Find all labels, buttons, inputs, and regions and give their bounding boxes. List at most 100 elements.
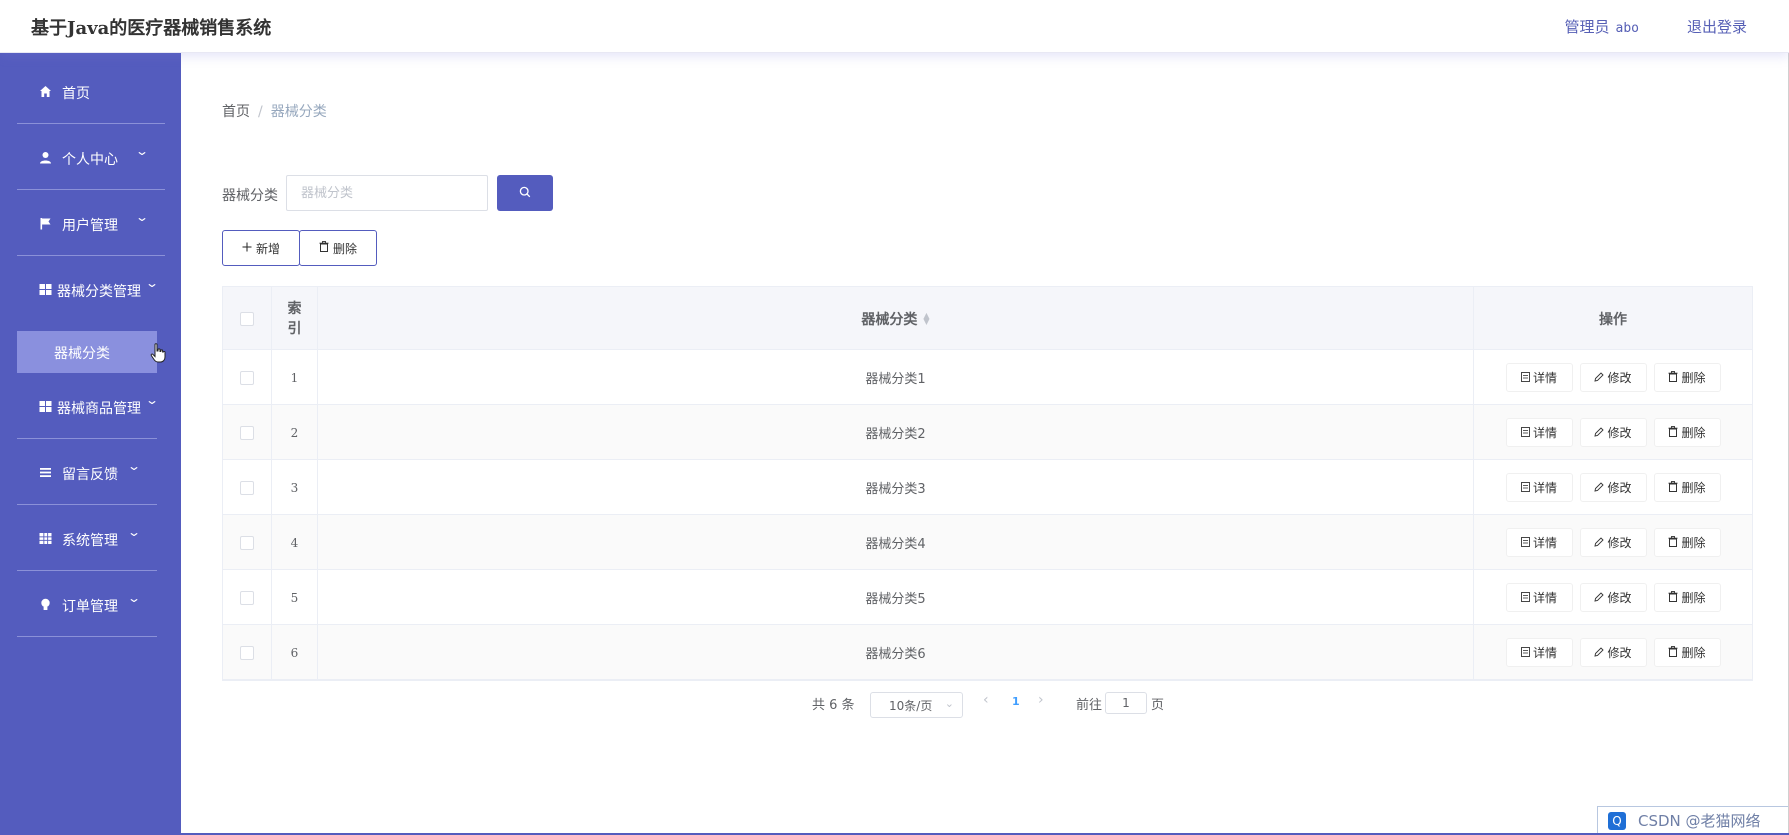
row-index: 3 bbox=[271, 460, 317, 515]
delete-button[interactable]: 删除 bbox=[1653, 638, 1721, 667]
sidebar-item-user-management[interactable]: 用户管理 ⌄ bbox=[17, 190, 165, 256]
chevron-down-icon: ⌄ bbox=[134, 144, 150, 158]
edit-button[interactable]: 修改 bbox=[1579, 583, 1647, 612]
sidebar-item-order-management[interactable]: 订单管理 ⌄ bbox=[17, 571, 157, 637]
page-size-select[interactable]: 10条/页 ⌄ bbox=[870, 692, 963, 718]
logout-link[interactable]: 退出登录 bbox=[1687, 16, 1747, 37]
sidebar-item-home[interactable]: 首页 bbox=[17, 58, 165, 124]
trash-icon bbox=[1668, 590, 1678, 605]
flag-icon bbox=[39, 217, 52, 230]
delete-button[interactable]: 删除 bbox=[1653, 528, 1721, 557]
chevron-down-icon: ⌄ bbox=[126, 525, 142, 539]
pencil-icon bbox=[1594, 646, 1605, 660]
sidebar-item-system-management[interactable]: 系统管理 ⌄ bbox=[17, 505, 157, 571]
select-all-checkbox[interactable] bbox=[240, 311, 254, 326]
row-checkbox[interactable] bbox=[240, 590, 254, 605]
edit-button[interactable]: 修改 bbox=[1579, 638, 1647, 667]
sidebar-item-category-management[interactable]: 器械分类管理 ⌄ bbox=[17, 256, 165, 322]
pencil-icon bbox=[1594, 591, 1605, 605]
delete-label: 删除 bbox=[1681, 591, 1706, 605]
delete-label: 删除 bbox=[1681, 646, 1706, 660]
batch-delete-button[interactable]: 删除 bbox=[299, 230, 377, 266]
pencil-icon bbox=[1594, 371, 1605, 385]
table-row: 5 器械分类5 详情 修改 删除 bbox=[223, 570, 1752, 625]
edit-button[interactable]: 修改 bbox=[1579, 363, 1647, 392]
header-category-label: 器械分类 bbox=[861, 311, 918, 328]
delete-button[interactable]: 删除 bbox=[1653, 583, 1721, 612]
breadcrumb-current: 器械分类 bbox=[270, 104, 327, 120]
admin-info: 管理员 abo bbox=[1565, 16, 1640, 37]
plus-icon bbox=[242, 241, 252, 255]
pencil-icon bbox=[1594, 536, 1605, 550]
detail-button[interactable]: 详情 bbox=[1505, 418, 1573, 447]
detail-button[interactable]: 详情 bbox=[1505, 473, 1573, 502]
search-button[interactable] bbox=[497, 175, 553, 211]
sidebar-item-product-management[interactable]: 器械商品管理 ⌄ bbox=[17, 373, 159, 439]
edit-button[interactable]: 修改 bbox=[1579, 473, 1647, 502]
row-operations: 详情 修改 删除 bbox=[1473, 350, 1752, 405]
document-icon bbox=[1521, 536, 1530, 550]
table-row: 6 器械分类6 详情 修改 删除 bbox=[223, 625, 1752, 680]
edit-label: 修改 bbox=[1607, 646, 1632, 660]
document-icon bbox=[1521, 646, 1530, 660]
goto-page-input[interactable] bbox=[1105, 692, 1147, 714]
row-operations: 详情 修改 删除 bbox=[1473, 460, 1752, 515]
sidebar-item-label: 器械商品管理 bbox=[57, 401, 141, 417]
table-row: 3 器械分类3 详情 修改 删除 bbox=[223, 460, 1752, 515]
app-title: 基于Java的医疗器械销售系统 bbox=[31, 18, 272, 39]
header-index-top: 索 bbox=[287, 300, 302, 317]
header-operations: 操作 bbox=[1473, 287, 1752, 350]
breadcrumb-separator: / bbox=[258, 104, 263, 120]
delete-label: 删除 bbox=[1681, 536, 1706, 550]
row-index: 6 bbox=[271, 625, 317, 680]
breadcrumb-home[interactable]: 首页 bbox=[222, 104, 250, 120]
detail-label: 详情 bbox=[1532, 646, 1557, 660]
delete-button[interactable]: 删除 bbox=[1653, 363, 1721, 392]
page-number[interactable]: 1 bbox=[1012, 695, 1020, 708]
sidebar-item-profile[interactable]: 个人中心 ⌄ bbox=[17, 124, 165, 190]
detail-button[interactable]: 详情 bbox=[1505, 638, 1573, 667]
sidebar-item-label: 留言反馈 bbox=[62, 467, 118, 483]
trash-icon bbox=[1668, 535, 1678, 550]
sort-icon[interactable]: ▲ ▼ bbox=[923, 311, 929, 325]
row-checkbox[interactable] bbox=[240, 535, 254, 550]
add-button[interactable]: 新增 bbox=[222, 230, 300, 266]
pagination-total: 共 6 条 bbox=[812, 698, 855, 713]
chevron-down-icon: ⌄ bbox=[126, 591, 142, 605]
detail-button[interactable]: 详情 bbox=[1505, 583, 1573, 612]
next-page-button[interactable]: › bbox=[1038, 692, 1044, 708]
detail-label: 详情 bbox=[1532, 591, 1557, 605]
breadcrumb: 首页 / 器械分类 bbox=[222, 101, 327, 121]
edit-button[interactable]: 修改 bbox=[1579, 418, 1647, 447]
row-category-name: 器械分类5 bbox=[317, 570, 1473, 625]
prev-page-button[interactable]: ‹ bbox=[983, 692, 989, 708]
row-operations: 详情 修改 删除 bbox=[1473, 405, 1752, 460]
header-category-name[interactable]: 器械分类 ▲ ▼ bbox=[317, 287, 1473, 350]
row-category-name: 器械分类6 bbox=[317, 625, 1473, 680]
row-index: 5 bbox=[271, 570, 317, 625]
delete-button[interactable]: 删除 bbox=[1653, 418, 1721, 447]
row-checkbox[interactable] bbox=[240, 425, 254, 440]
sidebar-subitem-label: 器械分类 bbox=[54, 346, 110, 362]
row-checkbox[interactable] bbox=[240, 370, 254, 385]
sidebar-item-label: 首页 bbox=[62, 86, 90, 102]
edit-label: 修改 bbox=[1607, 536, 1632, 550]
row-checkbox[interactable] bbox=[240, 480, 254, 495]
detail-button[interactable]: 详情 bbox=[1505, 528, 1573, 557]
detail-button[interactable]: 详情 bbox=[1505, 363, 1573, 392]
watermark-text: CSDN @老猫网络 bbox=[1638, 812, 1761, 830]
chevron-down-icon: ⌄ bbox=[134, 210, 150, 224]
delete-button[interactable]: 删除 bbox=[1653, 473, 1721, 502]
sidebar-subitem-category[interactable]: 器械分类 bbox=[17, 331, 157, 373]
sidebar-item-label: 个人中心 bbox=[62, 152, 118, 168]
row-checkbox[interactable] bbox=[240, 645, 254, 660]
search-input[interactable] bbox=[286, 175, 488, 211]
row-operations: 详情 修改 删除 bbox=[1473, 515, 1752, 570]
search-icon bbox=[519, 186, 531, 201]
row-checkbox-cell bbox=[223, 460, 271, 515]
sidebar-item-feedback[interactable]: 留言反馈 ⌄ bbox=[17, 439, 157, 505]
edit-button[interactable]: 修改 bbox=[1579, 528, 1647, 557]
batch-delete-label: 删除 bbox=[332, 241, 357, 256]
goto-label: 前往 bbox=[1076, 698, 1103, 713]
row-index: 1 bbox=[271, 350, 317, 405]
